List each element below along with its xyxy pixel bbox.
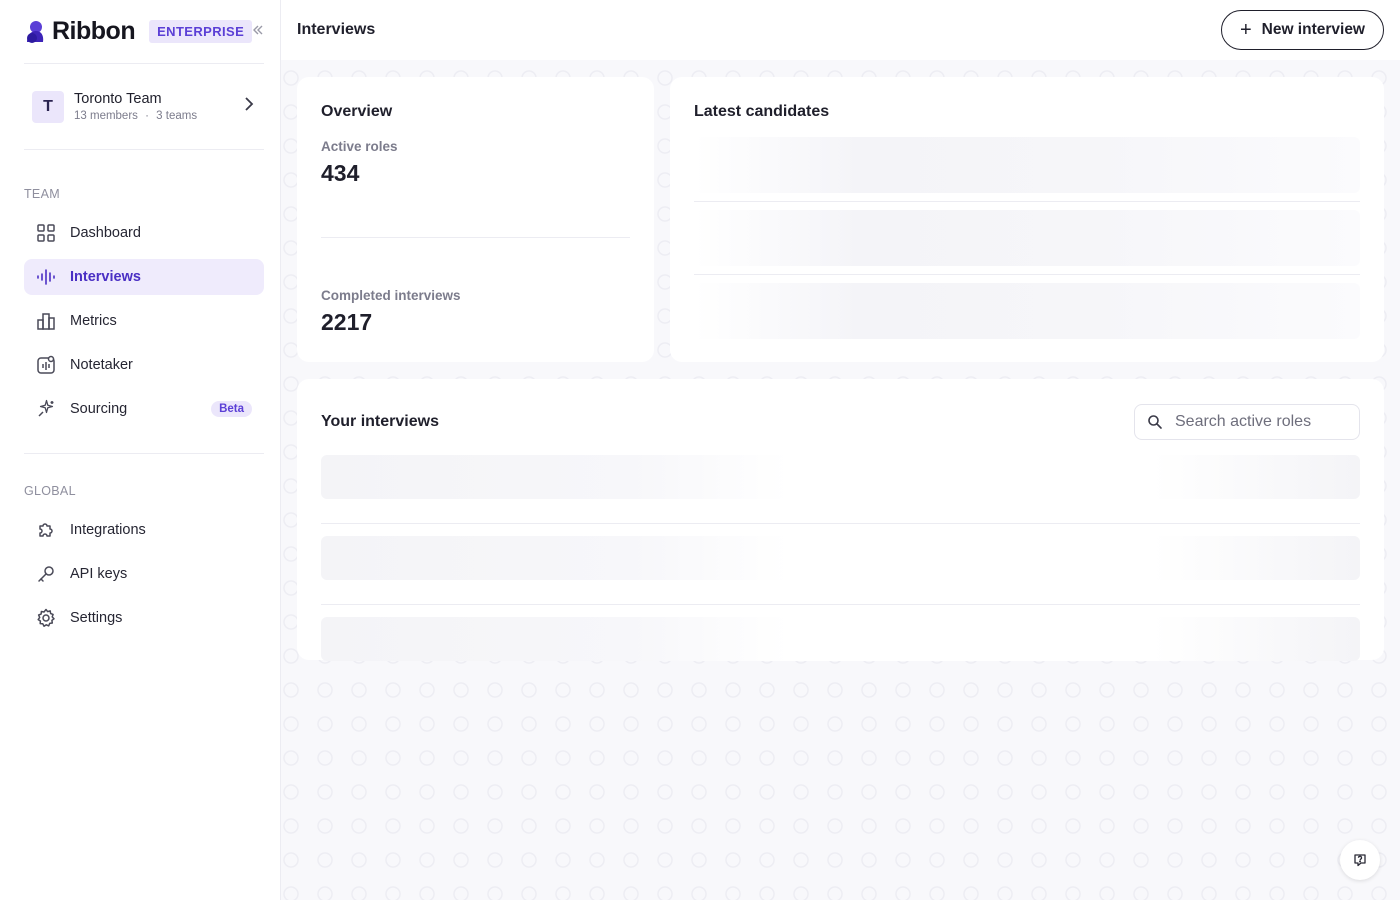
bar-chart-icon [36,311,56,331]
active-roles-stat: Active roles 434 [321,139,630,187]
sidebar-item-label: Interviews [70,269,141,285]
sidebar-item-label: Integrations [70,522,146,538]
sidebar-item-label: Notetaker [70,357,133,373]
latest-candidates-card: Latest candidates [670,77,1384,362]
sidebar-item-label: API keys [70,566,128,582]
sidebar-item-api-keys[interactable]: API keys [24,556,264,592]
sidebar-item-dashboard[interactable]: Dashboard [24,215,264,251]
skeleton-bar [321,455,1360,499]
new-interview-button[interactable]: + New interview [1220,10,1384,50]
completed-interviews-value: 2217 [321,309,373,335]
candidate-skeleton-row [694,129,1360,202]
sidebar-item-label: Dashboard [70,225,141,241]
your-interviews-title: Your interviews [321,413,439,430]
team-meta-separator: · [145,110,149,122]
team-members-count: 13 members [74,110,138,122]
sidebar-item-label: Settings [70,610,123,626]
brand-name: Ribbon [52,17,136,45]
gear-icon [36,608,56,628]
overview-title: Overview [321,103,393,120]
main-content: Interviews + New interview Overview Acti… [281,0,1400,900]
sidebar-item-label: Metrics [70,313,117,329]
stat-divider [321,237,630,238]
sidebar-item-metrics[interactable]: Metrics [24,303,264,339]
interview-skeleton-row [321,617,1360,686]
interview-skeleton-row [321,536,1360,605]
help-chat-icon [1353,853,1367,867]
waveform-icon [36,267,56,287]
skeleton-bar [694,210,1360,266]
completed-interviews-label: Completed interviews [321,288,461,303]
latest-candidates-title: Latest candidates [694,103,830,120]
key-icon [36,564,56,584]
page-title: Interviews [297,21,376,38]
team-teams-count: 3 teams [156,110,198,122]
skeleton-bar [694,137,1360,193]
ribbon-logo-icon [24,20,46,44]
nav-divider [24,453,264,454]
sparkle-icon [36,399,56,419]
plan-badge: ENTERPRISE [149,20,253,43]
topbar: Interviews + New interview [281,0,1400,60]
sidebar-item-interviews[interactable]: Interviews [24,259,264,295]
search-input[interactable] [1175,413,1345,431]
skeleton-bar [694,283,1360,339]
completed-interviews-stat: Completed interviews 2217 [321,288,630,336]
help-chat-button[interactable] [1340,840,1380,880]
team-switcher[interactable]: T Toronto Team 13 members · 3 teams [24,64,264,150]
your-interviews-header: Your interviews [321,403,1360,441]
team-name: Toronto Team [74,91,162,107]
sidebar-item-label: Sourcing [70,401,128,417]
plus-icon: + [1239,19,1252,41]
team-info: Toronto Team 13 members · 3 teams [74,91,244,122]
active-roles-value: 434 [321,160,360,186]
overview-card: Overview Active roles 434 Completed inte… [297,77,654,362]
team-meta: 13 members · 3 teams [74,110,244,122]
sidebar-item-settings[interactable]: Settings [24,600,264,636]
candidates-list [694,129,1360,348]
your-interviews-card: Your interviews [297,379,1384,661]
skeleton-bar [321,536,1360,580]
brand-row: Ribbon ENTERPRISE [24,0,264,64]
search-icon [1147,414,1163,430]
beta-badge: Beta [211,401,252,417]
interview-skeleton-row [321,455,1360,524]
sidebar-item-integrations[interactable]: Integrations [24,512,264,548]
new-interview-label: New interview [1261,21,1365,38]
grid-icon [36,223,56,243]
puzzle-icon [36,520,56,540]
active-roles-label: Active roles [321,139,398,154]
search-box[interactable] [1134,404,1360,440]
team-section-label: TEAM [24,187,60,201]
candidate-skeleton-row [694,275,1360,348]
team-avatar: T [32,90,64,123]
sidebar-item-notetaker[interactable]: Notetaker [24,347,264,383]
global-section-label: GLOBAL [24,484,76,498]
skeleton-bar [321,617,1360,661]
chevron-right-icon [244,96,254,117]
notetaker-icon [36,355,56,375]
double-chevron-left-icon[interactable] [252,23,264,41]
sidebar: Ribbon ENTERPRISE T Toronto Team 13 memb… [0,0,281,900]
sidebar-item-sourcing[interactable]: Sourcing Beta [24,391,264,427]
candidate-skeleton-row [694,202,1360,275]
